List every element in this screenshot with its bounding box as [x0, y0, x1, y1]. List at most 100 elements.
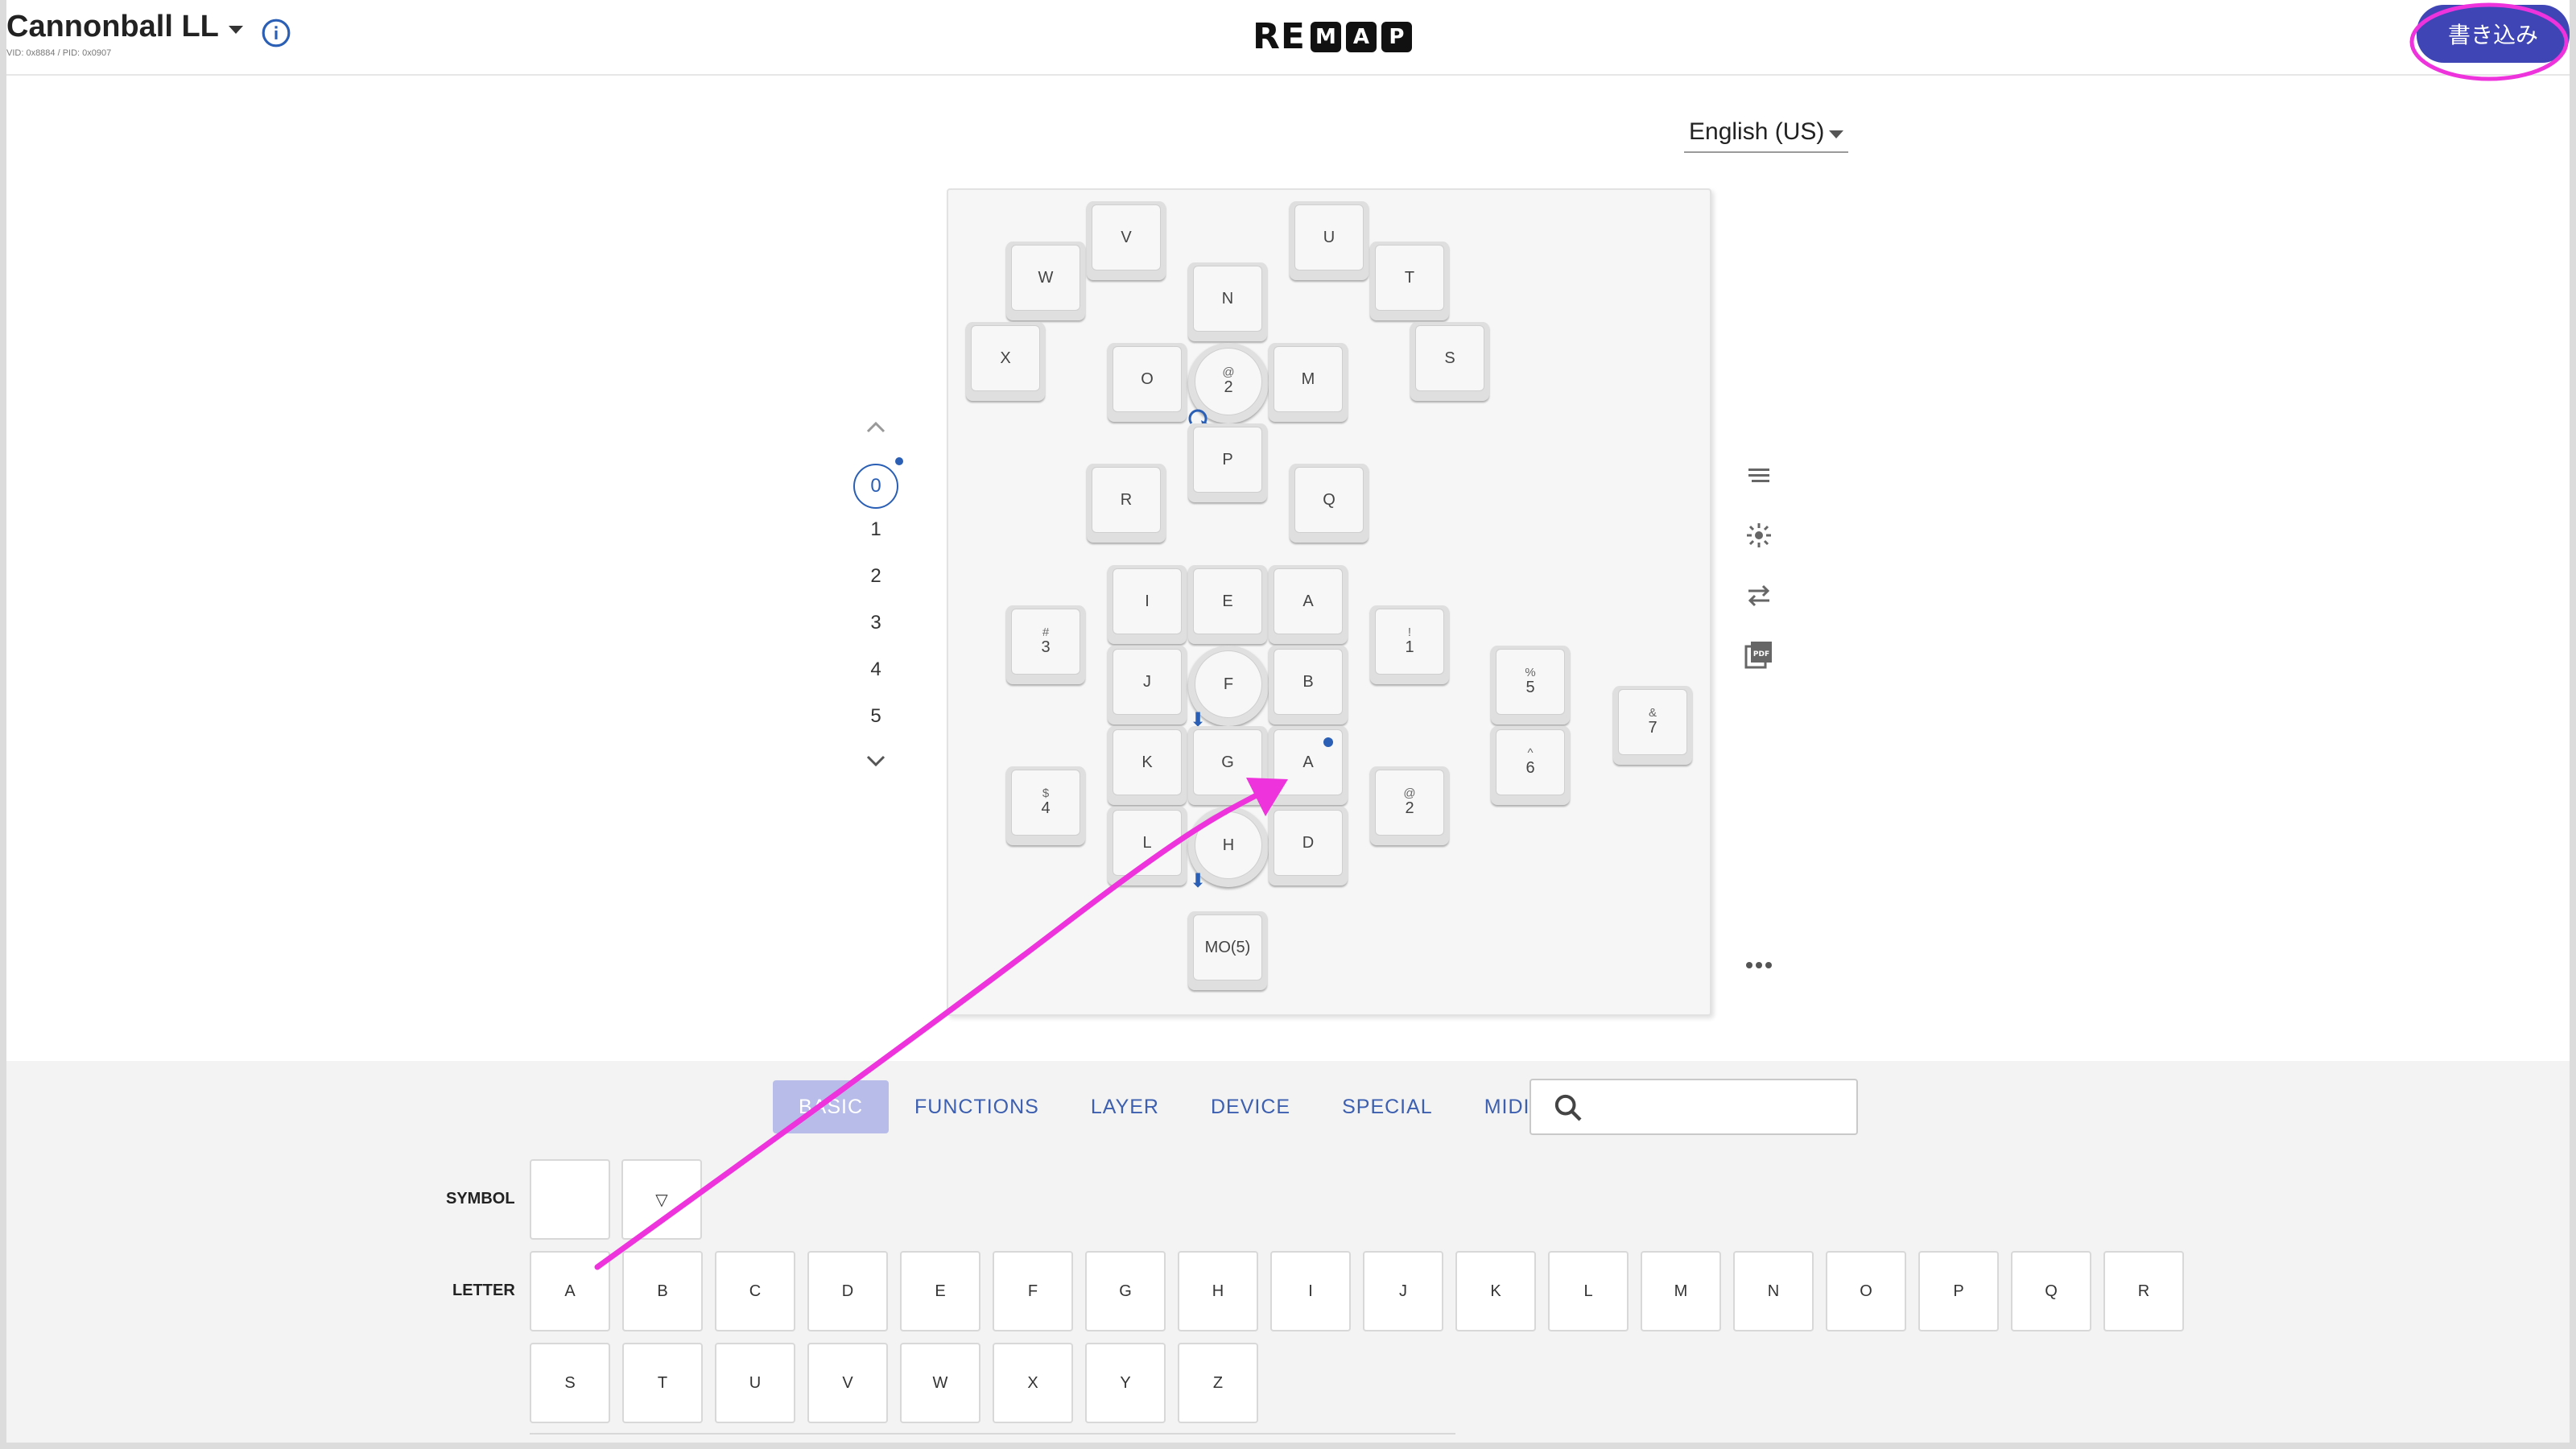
keycode-key[interactable]: Q: [2011, 1251, 2091, 1331]
key[interactable]: P: [1188, 423, 1267, 502]
key-label: D: [1302, 833, 1315, 852]
layer-item-0[interactable]: 0: [853, 464, 898, 509]
key-label: A: [1302, 753, 1314, 771]
keycode-key[interactable]: S: [530, 1343, 610, 1423]
key[interactable]: B: [1269, 646, 1348, 724]
key-label: I: [1145, 592, 1150, 610]
key[interactable]: L: [1108, 807, 1187, 886]
arrow-down-icon: ⬇: [1190, 870, 1207, 892]
keycode-key[interactable]: ▽: [621, 1159, 702, 1240]
keycode-key[interactable]: K: [1455, 1251, 1536, 1331]
layer-item-3[interactable]: 3: [853, 612, 898, 634]
key[interactable]: D: [1269, 807, 1348, 886]
keycode-key[interactable]: J: [1363, 1251, 1443, 1331]
key[interactable]: S: [1410, 322, 1489, 401]
tab-special[interactable]: SPECIAL: [1316, 1080, 1459, 1133]
key[interactable]: ^ 6: [1491, 726, 1570, 805]
key[interactable]: ! 1: [1370, 605, 1449, 684]
key-label: G: [1221, 753, 1234, 771]
key[interactable]: & 7: [1613, 686, 1692, 765]
keycode-key[interactable]: C: [715, 1251, 795, 1331]
keycode-key[interactable]: W: [900, 1343, 980, 1423]
swap-icon[interactable]: [1739, 575, 1779, 615]
keycode-key[interactable]: L: [1548, 1251, 1629, 1331]
light-icon[interactable]: [1739, 515, 1779, 555]
key[interactable]: V: [1087, 201, 1166, 280]
logo-box: P: [1381, 21, 1412, 52]
layer-item-5[interactable]: 5: [853, 705, 898, 728]
remap-logo: RE M A P: [1253, 16, 1412, 57]
keycode-key[interactable]: [530, 1159, 610, 1240]
key-label: J: [1143, 672, 1151, 691]
key[interactable]: Q: [1290, 464, 1368, 543]
keyboard-selector[interactable]: Cannonball LL: [6, 10, 243, 44]
keycode-key[interactable]: A: [530, 1251, 610, 1331]
app-header: Cannonball LL VID: 0x8884 / PID: 0x0907 …: [6, 0, 2570, 76]
key[interactable]: A: [1269, 726, 1348, 805]
keycode-key[interactable]: N: [1733, 1251, 1814, 1331]
layer-item-4[interactable]: 4: [853, 658, 898, 681]
keycode-key[interactable]: M: [1641, 1251, 1721, 1331]
tab-functions[interactable]: FUNCTIONS: [889, 1080, 1065, 1133]
more-icon[interactable]: [1739, 945, 1779, 985]
key[interactable]: % 5: [1491, 646, 1570, 724]
window-frame-right: [2570, 0, 2576, 1449]
tab-device[interactable]: DEVICE: [1185, 1080, 1316, 1133]
keycode-key[interactable]: H: [1178, 1251, 1258, 1331]
logo-box: M: [1310, 21, 1341, 52]
language-value: English (US): [1689, 118, 1825, 145]
tab-basic[interactable]: BASIC: [773, 1080, 890, 1133]
key[interactable]: O: [1108, 343, 1187, 422]
keycode-key[interactable]: V: [807, 1343, 888, 1423]
keycode-key[interactable]: U: [715, 1343, 795, 1423]
key-label: Q: [1323, 490, 1335, 509]
row-label-letter: LETTER: [452, 1282, 515, 1299]
key-modified-dot: [1323, 737, 1333, 747]
key[interactable]: E: [1188, 565, 1267, 644]
key-label: R: [1120, 490, 1133, 509]
key[interactable]: X: [966, 322, 1045, 401]
keycode-key[interactable]: G: [1085, 1251, 1166, 1331]
keycode-key[interactable]: O: [1826, 1251, 1906, 1331]
keycode-key[interactable]: R: [2103, 1251, 2184, 1331]
layer-item-2[interactable]: 2: [853, 565, 898, 588]
keyboard-name: Cannonball LL: [6, 10, 219, 43]
key[interactable]: N: [1188, 262, 1267, 341]
keycode-key[interactable]: I: [1270, 1251, 1351, 1331]
key-label: X: [1000, 349, 1011, 367]
keycode-key[interactable]: P: [1918, 1251, 1999, 1331]
tab-layer[interactable]: LAYER: [1065, 1080, 1185, 1133]
key[interactable]: U: [1290, 201, 1368, 280]
language-select[interactable]: English (US): [1684, 113, 1848, 153]
key[interactable]: W: [1006, 242, 1085, 320]
chevron-down-icon[interactable]: [865, 753, 887, 770]
key[interactable]: $4: [1006, 766, 1085, 845]
keycode-key[interactable]: Z: [1178, 1343, 1258, 1423]
key[interactable]: @2: [1370, 766, 1449, 845]
keycode-key[interactable]: T: [622, 1343, 703, 1423]
keycode-key[interactable]: X: [993, 1343, 1073, 1423]
keycode-key[interactable]: F: [993, 1251, 1073, 1331]
keycode-search-input[interactable]: [1530, 1079, 1858, 1135]
key[interactable]: A: [1269, 565, 1348, 644]
key[interactable]: MO(5): [1188, 911, 1267, 990]
text-lines-icon[interactable]: [1739, 456, 1779, 496]
key[interactable]: T: [1370, 242, 1449, 320]
keycode-key[interactable]: B: [622, 1251, 703, 1331]
device-ids: VID: 0x8884 / PID: 0x0907: [6, 48, 112, 58]
layer-item-1[interactable]: 1: [853, 518, 898, 541]
key[interactable]: I: [1108, 565, 1187, 644]
keycode-key[interactable]: E: [900, 1251, 980, 1331]
key-label: V: [1121, 228, 1132, 246]
info-icon[interactable]: [261, 18, 291, 48]
key[interactable]: #3: [1006, 605, 1085, 684]
keycode-key[interactable]: Y: [1085, 1343, 1166, 1423]
key[interactable]: K: [1108, 726, 1187, 805]
key[interactable]: M: [1269, 343, 1348, 422]
key[interactable]: R: [1087, 464, 1166, 543]
pdf-icon[interactable]: PDF: [1739, 634, 1779, 675]
key[interactable]: J: [1108, 646, 1187, 724]
key[interactable]: G: [1188, 726, 1267, 805]
chevron-up-icon[interactable]: [865, 419, 887, 435]
keycode-key[interactable]: D: [807, 1251, 888, 1331]
